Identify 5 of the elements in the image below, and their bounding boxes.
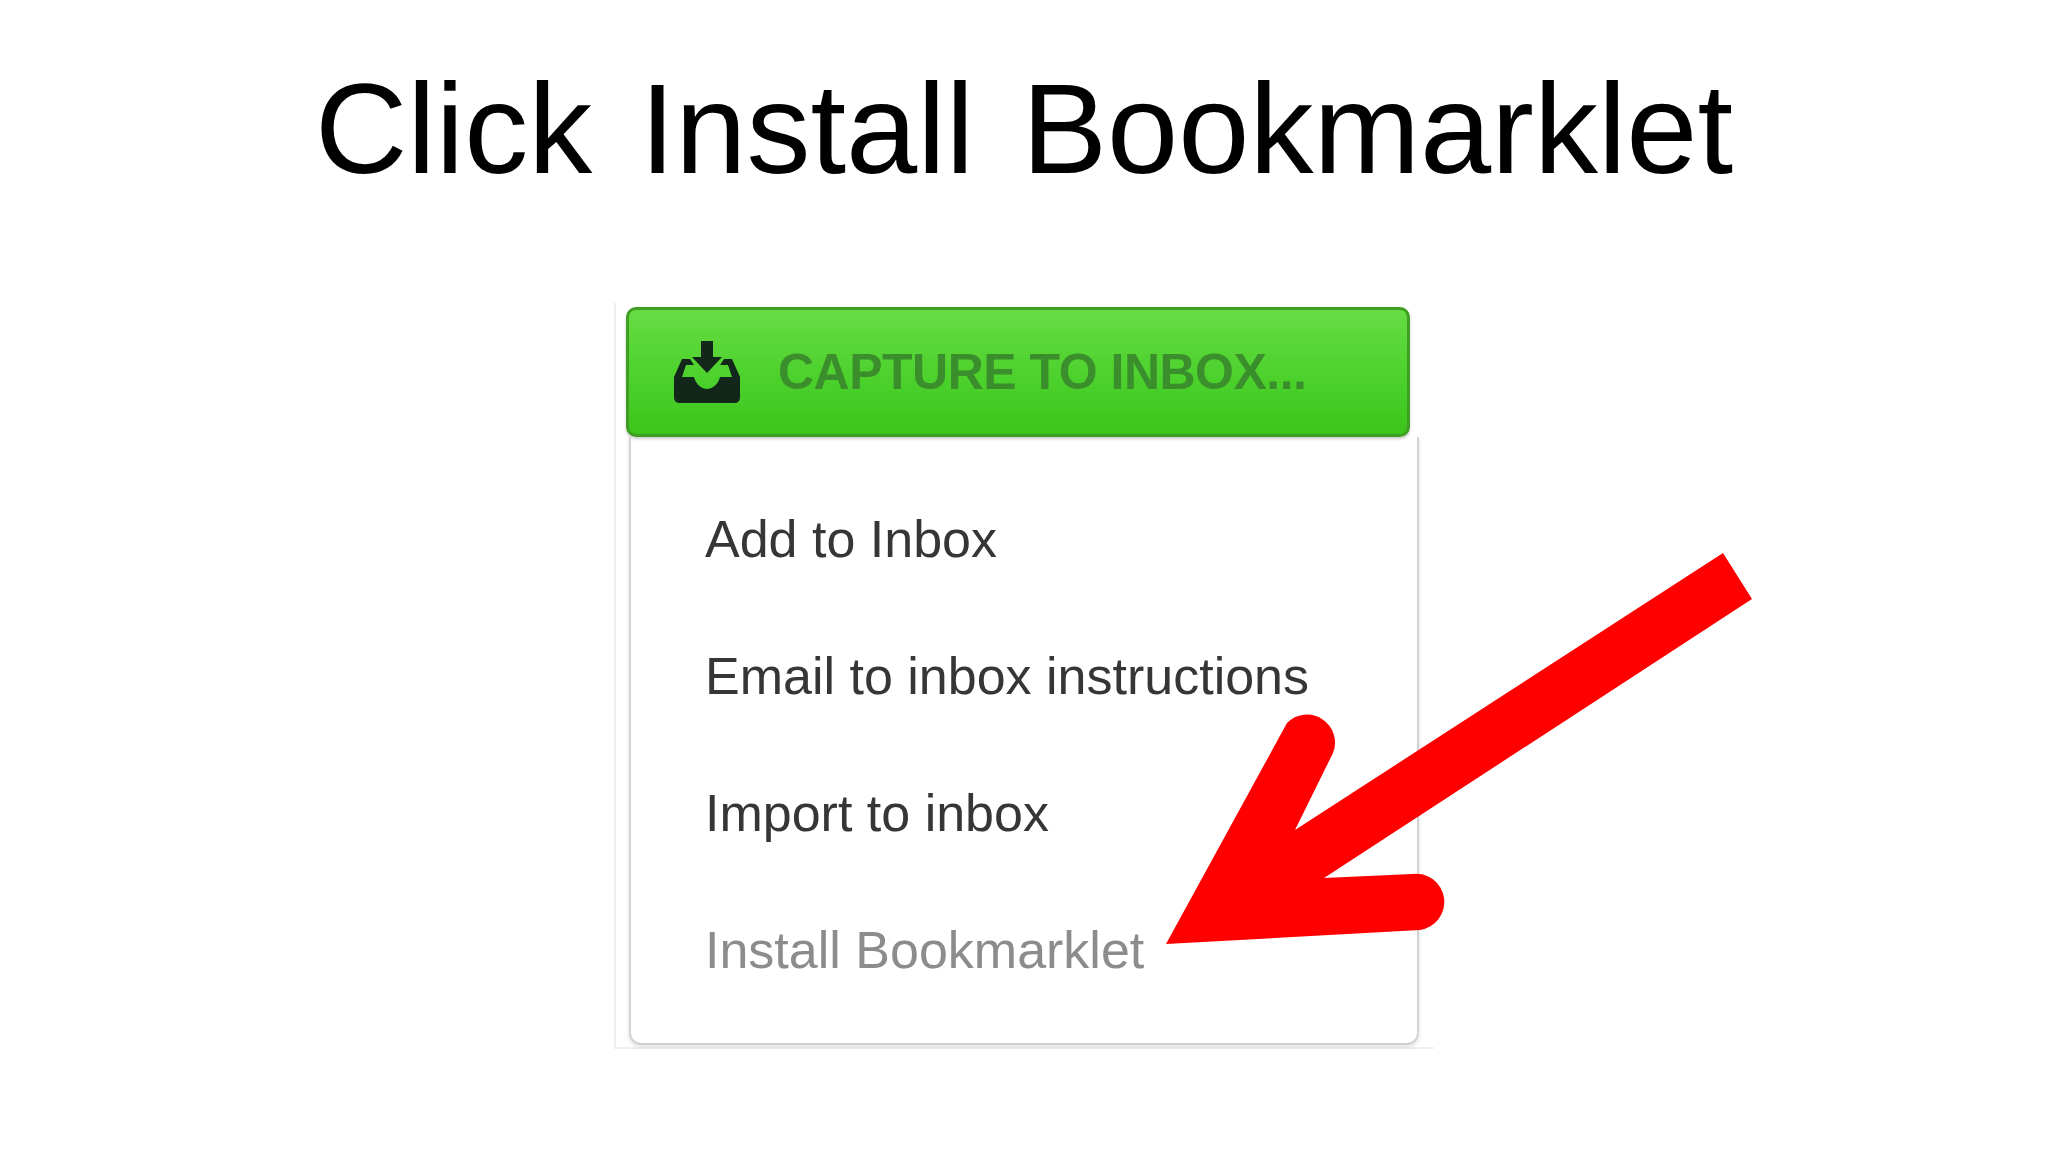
inbox-download-icon bbox=[674, 341, 740, 403]
menu-item[interactable]: Import to inbox bbox=[705, 744, 1049, 881]
slide-title: Click Install Bookmarklet bbox=[314, 56, 1734, 202]
menu-item[interactable]: Add to Inbox bbox=[705, 470, 997, 607]
menu-item[interactable]: Email to inbox instructions bbox=[705, 607, 1310, 744]
